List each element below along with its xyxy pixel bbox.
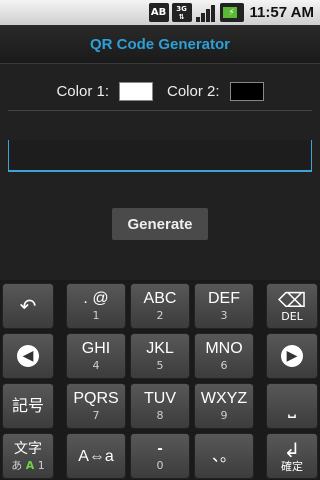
clock: 11:57 AM bbox=[249, 4, 314, 21]
key-sublabel: 0 bbox=[156, 459, 164, 472]
key-1[interactable]: . @ 1 bbox=[66, 283, 126, 329]
key-label: - bbox=[157, 440, 163, 457]
network-3g-icon: 3G ⇅ bbox=[171, 3, 192, 22]
key-7[interactable]: PQRS 7 bbox=[66, 383, 126, 429]
delete-label: DEL bbox=[281, 309, 303, 323]
key-label: WXYZ bbox=[200, 390, 248, 407]
undo-icon: ↶ bbox=[19, 294, 37, 318]
main-content: Color 1: Color 2: Generate bbox=[0, 64, 320, 280]
key-label: MNO bbox=[205, 340, 243, 357]
mode-label: 文字 bbox=[14, 440, 42, 456]
space-icon: ⎵ bbox=[288, 394, 296, 418]
data-arrows-icon: ⇅ bbox=[178, 12, 185, 21]
key-8[interactable]: TUV 8 bbox=[130, 383, 190, 429]
key-sublabel: 1 bbox=[92, 309, 100, 322]
mode-kana: あ bbox=[11, 459, 23, 472]
space-key[interactable]: ⎵ bbox=[266, 383, 318, 429]
key-2[interactable]: ABC 2 bbox=[130, 283, 190, 329]
key-sublabel: 8 bbox=[156, 409, 164, 422]
key-label: A⇔a bbox=[78, 447, 114, 465]
status-bar: AB 3G ⇅ ⚡ 11:57 AM bbox=[0, 0, 320, 25]
key-0[interactable]: - 0 bbox=[130, 433, 190, 479]
mode-alpha: A bbox=[25, 459, 35, 472]
cursor-right-key[interactable]: ▶ bbox=[266, 333, 318, 379]
symbols-key[interactable]: 記号 bbox=[2, 383, 54, 429]
signal-strength-icon bbox=[195, 3, 217, 22]
key-4[interactable]: GHI 4 bbox=[66, 333, 126, 379]
key-sublabel: 5 bbox=[156, 359, 164, 372]
divider bbox=[8, 110, 312, 111]
key-label: PQRS bbox=[73, 390, 119, 407]
confirm-label: 確定 bbox=[281, 459, 303, 473]
key-sublabel: 6 bbox=[220, 359, 228, 372]
key-sublabel: 2 bbox=[156, 309, 164, 322]
backspace-icon: ⌫ bbox=[277, 287, 307, 312]
app-title: QR Code Generator bbox=[89, 35, 231, 53]
color-row: Color 1: Color 2: bbox=[0, 78, 320, 104]
soft-keyboard: ↶ . @ 1 ABC 2 DEF 3 ⌫ DEL ◀ GHI 4 JKL 5 … bbox=[0, 280, 320, 480]
key-3[interactable]: DEF 3 bbox=[194, 283, 254, 329]
key-label: DEF bbox=[208, 290, 240, 307]
key-label: JKL bbox=[146, 340, 174, 357]
battery-charging-icon: ⚡ bbox=[219, 3, 244, 22]
key-sublabel: 9 bbox=[220, 409, 228, 422]
case-toggle-key[interactable]: A⇔a bbox=[66, 433, 126, 479]
color2-label: Color 2: bbox=[167, 82, 220, 100]
cursor-left-key[interactable]: ◀ bbox=[2, 333, 54, 379]
arrow-right-icon: ▶ bbox=[281, 345, 303, 367]
key-label: TUV bbox=[144, 390, 176, 407]
key-label: 、。 bbox=[211, 447, 236, 465]
confirm-key[interactable]: ↲ 確定 bbox=[266, 433, 318, 479]
key-sublabel: 3 bbox=[220, 309, 228, 322]
color1-label: Color 1: bbox=[56, 82, 109, 100]
key-9[interactable]: WXYZ 9 bbox=[194, 383, 254, 429]
ab-label: AB bbox=[150, 7, 167, 18]
mode-num: 1 bbox=[37, 459, 45, 472]
ab-icon: AB bbox=[148, 3, 169, 22]
input-mode-key[interactable]: 文字 あ A 1 bbox=[2, 433, 54, 479]
qr-text-input[interactable] bbox=[8, 140, 312, 172]
color1-swatch[interactable] bbox=[119, 81, 153, 101]
color2-swatch[interactable] bbox=[229, 81, 264, 101]
arrow-left-icon: ◀ bbox=[17, 345, 39, 367]
key-label: ABC bbox=[143, 290, 177, 307]
generate-button[interactable]: Generate bbox=[112, 208, 208, 240]
delete-key[interactable]: ⌫ DEL bbox=[266, 283, 318, 329]
title-bar: QR Code Generator bbox=[0, 25, 320, 64]
key-5[interactable]: JKL 5 bbox=[130, 333, 190, 379]
mode-sublabel: あ A 1 bbox=[11, 459, 45, 472]
key-6[interactable]: MNO 6 bbox=[194, 333, 254, 379]
enter-icon: ↲ bbox=[283, 437, 301, 462]
symbols-label: 記号 bbox=[11, 397, 44, 415]
key-sublabel: 4 bbox=[92, 359, 100, 372]
network-label: 3G bbox=[176, 4, 187, 13]
key-label: . @ bbox=[83, 290, 109, 307]
key-sublabel: 7 bbox=[92, 409, 100, 422]
undo-key[interactable]: ↶ bbox=[2, 283, 54, 329]
punctuation-key[interactable]: 、。 bbox=[194, 433, 254, 479]
key-label: GHI bbox=[81, 340, 111, 357]
